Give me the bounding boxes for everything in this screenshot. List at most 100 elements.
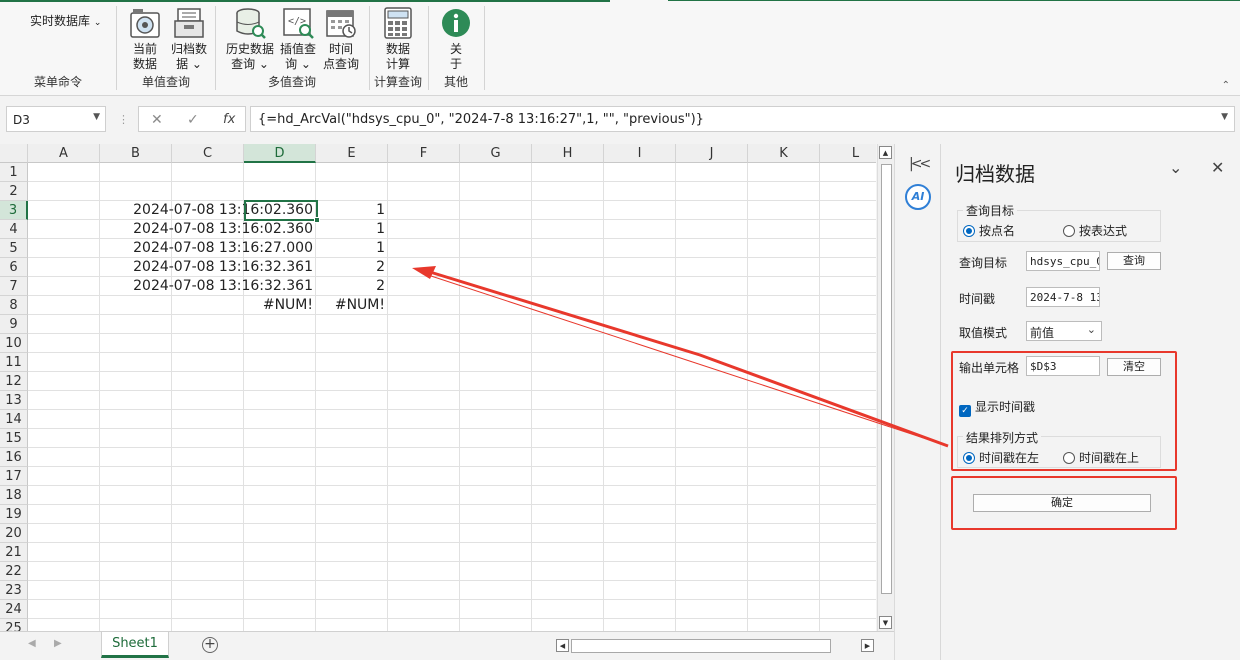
cell-timestamp[interactable]: 2024-07-08 13:16:02.360 [100,220,316,239]
output-cell-input[interactable]: $D$3 [1026,356,1100,376]
fill-handle[interactable] [314,217,320,223]
row-header-17[interactable]: 17 [0,467,28,486]
ai-assistant-icon[interactable]: AI [905,184,931,210]
cell-value[interactable]: 2 [316,277,388,296]
radio-by-point[interactable]: 按点名 [963,222,1015,239]
row-header-25[interactable]: 25 [0,619,28,631]
archive-data-label-2: 据 ⌄ [176,57,202,71]
cell-error[interactable]: #NUM! [244,296,316,315]
cell-value[interactable]: 1 [316,220,388,239]
vertical-scroll-thumb[interactable] [881,164,892,594]
row-gridline [28,314,876,315]
cell-timestamp[interactable]: 2024-07-08 13:16:27.000 [100,239,316,258]
cell-timestamp[interactable]: 2024-07-08 13:16:32.361 [100,277,316,296]
query-target-input[interactable]: hdsys_cpu_0 [1026,251,1100,271]
vertical-scrollbar[interactable]: ▲ ▼ [877,144,894,631]
scroll-right-icon[interactable]: ▶ [861,639,874,652]
timestamp-input[interactable]: 2024-7-8 13:16:27 [1026,287,1100,307]
select-all-corner[interactable] [0,144,28,163]
row-header-8[interactable]: 8 [0,296,28,315]
row-header-2[interactable]: 2 [0,182,28,201]
side-strip: |<< AI [894,144,940,660]
radio-by-point-label: 按点名 [979,224,1016,238]
column-header-j[interactable]: J [676,144,748,163]
row-header-23[interactable]: 23 [0,581,28,600]
column-header-d[interactable]: D [244,144,316,163]
about-button[interactable]: 关 于 [434,6,478,72]
tab-next-icon[interactable]: ▶ [54,638,62,649]
cancel-icon[interactable]: ✕ [151,112,163,128]
collapse-panel-icon[interactable]: |<< [909,156,931,172]
radio-by-expression[interactable]: 按表达式 [1063,222,1127,239]
close-icon[interactable]: ✕ [1211,158,1224,177]
realtime-db-menu-button[interactable]: 实时数据库 ⌄ [30,12,101,29]
radio-timestamp-top[interactable]: 时间戳在上 [1063,449,1139,466]
row-header-6[interactable]: 6 [0,258,28,277]
row-header-15[interactable]: 15 [0,429,28,448]
row-header-3[interactable]: 3 [0,201,28,220]
scroll-up-icon[interactable]: ▲ [879,146,892,159]
archive-data-button[interactable]: 归档数 据 ⌄ [167,6,211,72]
row-header-10[interactable]: 10 [0,334,28,353]
cell-error[interactable]: #NUM! [316,296,388,315]
scroll-down-icon[interactable]: ▼ [879,616,892,629]
column-header-a[interactable]: A [28,144,100,163]
row-header-20[interactable]: 20 [0,524,28,543]
row-header-5[interactable]: 5 [0,239,28,258]
tab-prev-icon[interactable]: ◀ [28,638,36,649]
chevron-down-icon[interactable]: ⌄ [1169,158,1182,177]
row-header-14[interactable]: 14 [0,410,28,429]
row-header-12[interactable]: 12 [0,372,28,391]
row-header-24[interactable]: 24 [0,600,28,619]
row-header-11[interactable]: 11 [0,353,28,372]
interpolation-query-button[interactable]: </> 插值查 询 ⌄ [276,6,320,72]
data-calc-button[interactable]: 数据 计算 [376,6,420,72]
clear-button[interactable]: 清空 [1107,358,1161,376]
column-header-c[interactable]: C [172,144,244,163]
row-header-1[interactable]: 1 [0,163,28,182]
timepoint-query-button[interactable]: 时间 点查询 [319,6,363,72]
column-header-e[interactable]: E [316,144,388,163]
scroll-left-icon[interactable]: ◀ [556,639,569,652]
column-header-i[interactable]: I [604,144,676,163]
history-query-button[interactable]: 历史数据 查询 ⌄ [224,6,276,72]
column-header-f[interactable]: F [388,144,460,163]
add-sheet-icon[interactable]: + [202,637,218,653]
cell-value[interactable]: 1 [316,201,388,220]
row-header-19[interactable]: 19 [0,505,28,524]
row-header-13[interactable]: 13 [0,391,28,410]
insert-function-icon[interactable]: fx [223,112,235,127]
column-header-l[interactable]: L [820,144,876,163]
formula-bar-grip-icon[interactable]: ⋮ [118,113,129,126]
row-header-9[interactable]: 9 [0,315,28,334]
name-box[interactable]: D3 ▼ [6,106,106,132]
mode-select[interactable]: 前值 ⌄ [1026,321,1102,341]
formula-input[interactable]: {=hd_ArcVal("hdsys_cpu_0", "2024-7-8 13:… [250,106,1235,132]
row-header-21[interactable]: 21 [0,543,28,562]
ribbon-collapse-icon[interactable]: ⌃ [1222,80,1230,91]
row-header-4[interactable]: 4 [0,220,28,239]
history-query-label-1: 历史数据 [225,42,274,56]
radio-timestamp-left[interactable]: 时间戳在左 [963,449,1039,466]
column-header-b[interactable]: B [100,144,172,163]
cell-timestamp[interactable]: 2024-07-08 13:16:32.361 [100,258,316,277]
row-header-18[interactable]: 18 [0,486,28,505]
enter-icon[interactable]: ✓ [187,112,199,128]
row-header-7[interactable]: 7 [0,277,28,296]
cell-value[interactable]: 2 [316,258,388,277]
column-header-g[interactable]: G [460,144,532,163]
query-button[interactable]: 查询 [1107,252,1161,270]
row-header-16[interactable]: 16 [0,448,28,467]
horizontal-scroll-thumb[interactable] [571,639,831,653]
spreadsheet-grid[interactable]: A B C D E F G H I J K L 1 2 3 4 5 6 7 8 9 10 11 12 13 14 15 16 17 18 1… [0,144,876,631]
row-gridline [28,466,876,467]
cell-value[interactable]: 1 [316,239,388,258]
column-header-k[interactable]: K [748,144,820,163]
row-header-22[interactable]: 22 [0,562,28,581]
archive-data-panel: 归档数据 ⌄ ✕ 查询目标 按点名 按表达式 查询目标 hdsys_cpu_0 … [940,144,1240,660]
column-header-h[interactable]: H [532,144,604,163]
sheet-tab-sheet1[interactable]: Sheet1 [101,632,169,658]
show-timestamp-checkbox[interactable]: ✓ 显示时间戳 [959,398,1035,417]
confirm-button[interactable]: 确定 [973,494,1151,512]
current-data-button[interactable]: 当前 数据 [123,6,167,72]
